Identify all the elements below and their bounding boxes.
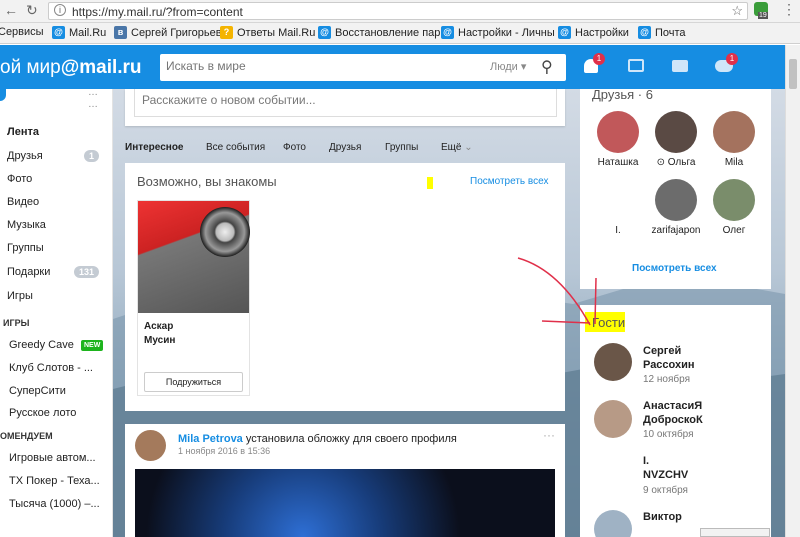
bottom-popup[interactable] [700,528,770,537]
red-annotation-arrows [517,257,597,326]
